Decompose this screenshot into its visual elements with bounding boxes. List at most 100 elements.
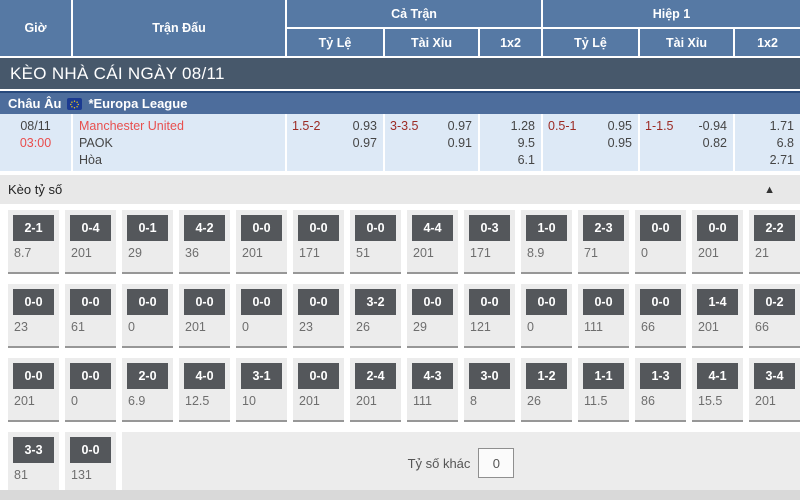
ft-handicap-line: 1.5-2: [292, 118, 321, 135]
league-region: Châu Âu: [8, 96, 61, 111]
score-cell: 2-4201: [350, 358, 401, 422]
score-chip[interactable]: 0-1: [127, 215, 168, 241]
fh-handicap-odd-1[interactable]: 0.95: [608, 118, 632, 135]
match-kickoff-time: 03:00: [0, 135, 71, 152]
score-chip[interactable]: 2-2: [754, 215, 795, 241]
header-group-first-half-label: Hiệp 1: [543, 0, 800, 29]
score-cell: 0-0201: [293, 358, 344, 422]
other-score-input[interactable]: [478, 448, 514, 478]
ft-handicap-odd-2[interactable]: 0.97: [353, 135, 377, 152]
score-odds: 29: [128, 246, 173, 260]
score-cell: 1-08.9: [521, 210, 572, 274]
league-row[interactable]: Châu Âu *Europa League: [0, 91, 800, 114]
ft-over-under-odds[interactable]: 3-3.50.97 0.91: [385, 114, 480, 171]
fh-ou-odd-1[interactable]: -0.94: [699, 118, 728, 135]
fh-over-under-odds[interactable]: 1-1.5-0.94 0.82: [640, 114, 735, 171]
score-chip[interactable]: 0-0: [640, 289, 681, 315]
score-chip[interactable]: 2-4: [355, 363, 396, 389]
score-chip[interactable]: 0-0: [13, 363, 54, 389]
ft-ou-odd-2[interactable]: 0.91: [448, 135, 472, 152]
score-chip[interactable]: 0-0: [241, 215, 282, 241]
score-chip[interactable]: 3-2: [355, 289, 396, 315]
home-team[interactable]: Manchester United: [79, 118, 285, 135]
header-group-full-time-label: Cả Trận: [287, 0, 541, 29]
ft-handicap-odd-1[interactable]: 0.93: [353, 118, 377, 135]
ft-1x2-away[interactable]: 9.5: [480, 135, 535, 152]
ft-1x2-odds[interactable]: 1.28 9.5 6.1: [480, 114, 543, 171]
header-fh-handicap: Tỷ Lệ: [543, 29, 640, 56]
score-chip[interactable]: 0-0: [184, 289, 225, 315]
score-chip[interactable]: 0-0: [241, 289, 282, 315]
score-odds: 201: [299, 394, 344, 408]
score-chip[interactable]: 4-0: [184, 363, 225, 389]
score-chip[interactable]: 0-0: [526, 289, 567, 315]
score-chip[interactable]: 0-0: [298, 363, 339, 389]
score-cell: 2-221: [749, 210, 800, 274]
score-chip[interactable]: 0-0: [469, 289, 510, 315]
fh-handicap-odd-2[interactable]: 0.95: [608, 135, 632, 152]
score-chip[interactable]: 3-0: [469, 363, 510, 389]
score-odds: 0: [71, 394, 116, 408]
score-cell: 0-00: [521, 284, 572, 348]
fh-1x2-odds[interactable]: 1.71 6.8 2.71: [735, 114, 800, 171]
score-chip[interactable]: 1-2: [526, 363, 567, 389]
other-score-cell: Tỷ số khác: [122, 432, 800, 496]
score-chip[interactable]: 2-3: [583, 215, 624, 241]
fh-1x2-home[interactable]: 1.71: [735, 118, 794, 135]
fh-handicap-odds[interactable]: 0.5-10.95 0.95: [543, 114, 640, 171]
score-chip[interactable]: 0-0: [127, 289, 168, 315]
ft-1x2-draw[interactable]: 6.1: [480, 152, 535, 169]
score-chip[interactable]: 4-1: [697, 363, 738, 389]
score-chip[interactable]: 2-0: [127, 363, 168, 389]
score-odds: 66: [755, 320, 800, 334]
score-chip[interactable]: 0-0: [697, 215, 738, 241]
score-chip[interactable]: 0-0: [70, 363, 111, 389]
score-odds: 71: [584, 246, 629, 260]
score-chip[interactable]: 0-0: [640, 215, 681, 241]
score-chip[interactable]: 0-3: [469, 215, 510, 241]
score-cell: 0-0121: [464, 284, 515, 348]
score-odds: 26: [527, 394, 572, 408]
score-cell: 3-110: [236, 358, 287, 422]
score-chip[interactable]: 4-4: [412, 215, 453, 241]
score-chip[interactable]: 0-4: [70, 215, 111, 241]
fh-1x2-away[interactable]: 6.8: [735, 135, 794, 152]
score-chip[interactable]: 3-3: [13, 437, 54, 463]
collapse-triangle-up-icon[interactable]: ▲: [764, 184, 775, 196]
fh-1x2-draw[interactable]: 2.71: [735, 152, 794, 169]
score-odds: 23: [14, 320, 59, 334]
score-cell: 2-371: [578, 210, 629, 274]
score-chip[interactable]: 1-3: [640, 363, 681, 389]
score-chip[interactable]: 0-0: [70, 289, 111, 315]
ft-ou-odd-1[interactable]: 0.97: [448, 118, 472, 135]
score-chip[interactable]: 1-0: [526, 215, 567, 241]
score-cell: 0-00: [65, 358, 116, 422]
ft-handicap-odds[interactable]: 1.5-2 0.93 0.97: [287, 114, 385, 171]
score-chip[interactable]: 3-4: [754, 363, 795, 389]
score-chip[interactable]: 3-1: [241, 363, 282, 389]
score-chip[interactable]: 1-1: [583, 363, 624, 389]
score-chip[interactable]: 4-3: [412, 363, 453, 389]
score-chip[interactable]: 0-0: [355, 215, 396, 241]
score-chip[interactable]: 0-0: [298, 289, 339, 315]
score-chip[interactable]: 0-0: [70, 437, 111, 463]
score-chip[interactable]: 0-0: [13, 289, 54, 315]
ft-1x2-home[interactable]: 1.28: [480, 118, 535, 135]
score-chip[interactable]: 0-0: [583, 289, 624, 315]
bottom-divider: [0, 490, 800, 500]
score-odds: 51: [356, 246, 401, 260]
score-cell: 1-111.5: [578, 358, 629, 422]
score-chip[interactable]: 4-2: [184, 215, 225, 241]
header-group-first-half: Hiệp 1 Tỷ Lệ Tài Xỉu 1x2: [543, 0, 800, 56]
score-cell: 0-0201: [8, 358, 59, 422]
score-chip[interactable]: 0-0: [412, 289, 453, 315]
fh-ou-odd-2[interactable]: 0.82: [703, 135, 727, 152]
score-odds: 8: [470, 394, 515, 408]
score-section-header[interactable]: Kèo tỷ số ▲: [0, 175, 800, 204]
score-chip[interactable]: 0-0: [298, 215, 339, 241]
score-odds: 201: [14, 394, 59, 408]
score-chip[interactable]: 2-1: [13, 215, 54, 241]
score-chip[interactable]: 1-4: [697, 289, 738, 315]
score-chip[interactable]: 0-2: [754, 289, 795, 315]
away-team[interactable]: PAOK: [79, 135, 285, 152]
